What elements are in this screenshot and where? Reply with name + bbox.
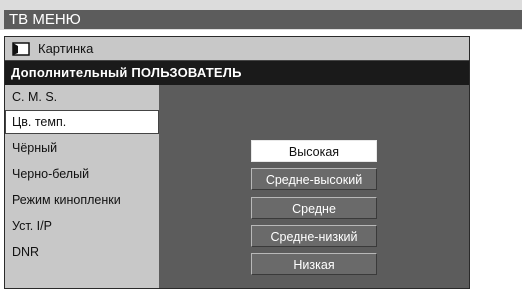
sidebar-item-dnr[interactable]: DNR — [5, 240, 159, 264]
submenu-title: Дополнительный ПОЛЬЗОВАТЕЛЬ — [5, 61, 469, 85]
sidebar-item-color-temp[interactable]: Цв. темп. — [5, 110, 159, 134]
menu-title: ТВ МЕНЮ — [4, 10, 522, 29]
option-mid-low[interactable]: Средне-низкий — [251, 225, 377, 247]
sidebar-item-cms[interactable]: C. M. S. — [5, 85, 159, 109]
option-mid[interactable]: Средне — [251, 197, 377, 219]
option-high[interactable]: Высокая — [251, 140, 377, 162]
option-low[interactable]: Низкая — [251, 253, 377, 275]
sidebar-item-black[interactable]: Чёрный — [5, 136, 159, 160]
sidebar-item-film-mode[interactable]: Режим кинопленки — [5, 188, 159, 212]
option-mid-high[interactable]: Средне-высокий — [251, 168, 377, 190]
menu-header[interactable]: Картинка — [5, 37, 469, 61]
sidebar-item-monochrome[interactable]: Черно-белый — [5, 162, 159, 186]
menu-header-label: Картинка — [38, 41, 94, 56]
options-panel: Высокая Средне-высокий Средне Средне-низ… — [159, 85, 469, 288]
title-bar-background: ТВ МЕНЮ — [0, 0, 522, 30]
picture-icon — [12, 41, 30, 56]
sidebar-item-ip-setting[interactable]: Уст. I/P — [5, 214, 159, 238]
sidebar: C. M. S. Цв. темп. Чёрный Черно-белый Ре… — [5, 85, 159, 288]
picture-menu-window: Картинка Дополнительный ПОЛЬЗОВАТЕЛЬ C. … — [4, 36, 470, 289]
